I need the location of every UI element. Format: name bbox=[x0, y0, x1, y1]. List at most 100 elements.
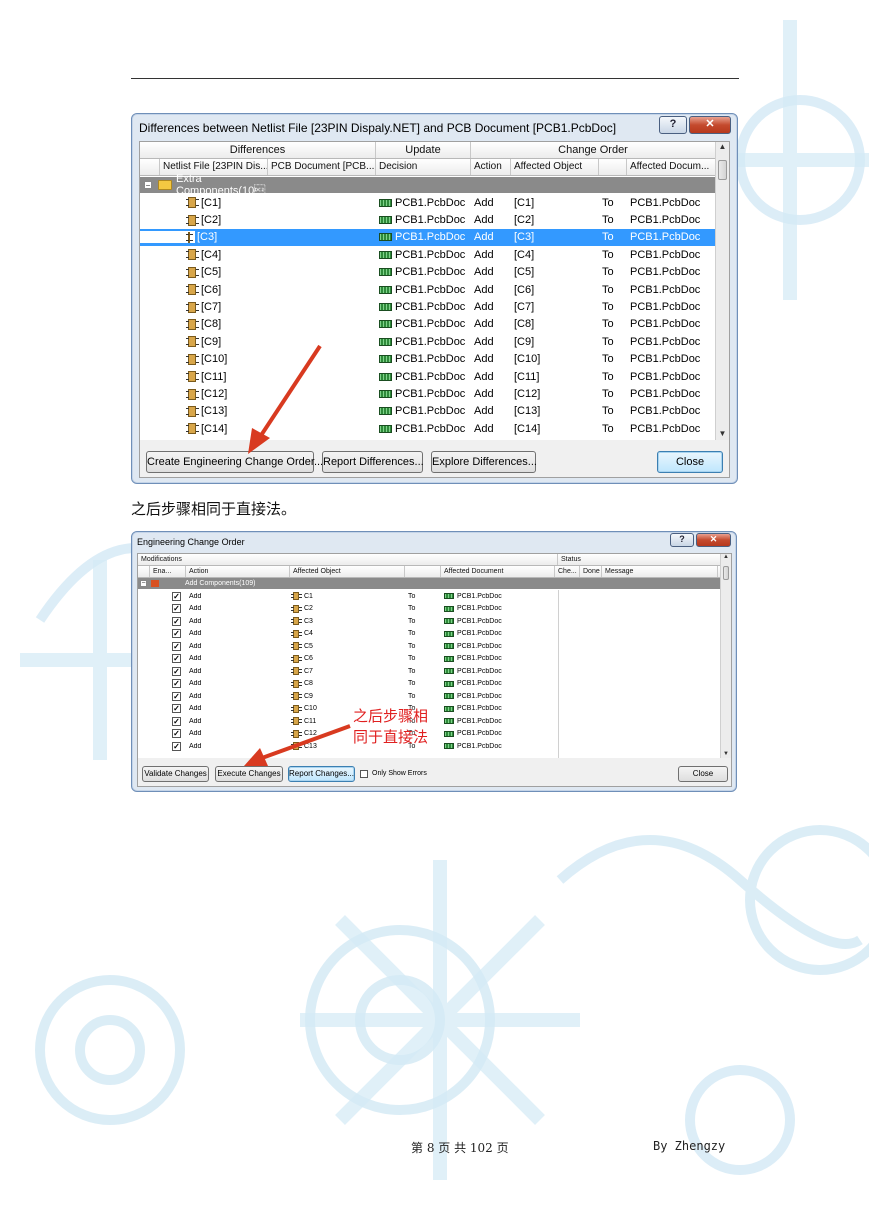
cell-enable[interactable]: ✓ bbox=[138, 729, 186, 739]
enable-checkbox[interactable]: ✓ bbox=[172, 629, 181, 639]
enable-checkbox[interactable]: ✓ bbox=[172, 591, 181, 601]
scroll-thumb[interactable] bbox=[723, 566, 729, 580]
only-show-errors-checkbox[interactable] bbox=[360, 770, 368, 778]
scroll-up-icon[interactable]: ▲ bbox=[716, 142, 729, 151]
table-row[interactable]: [C10] PCB1.PcbDoc Add [C10] To PCB1.PcbDoc bbox=[140, 351, 716, 368]
header-affected-object[interactable]: Affected Object bbox=[511, 159, 599, 175]
cell-decision[interactable]: PCB1.PcbDoc bbox=[376, 353, 471, 365]
cell-decision[interactable]: PCB1.PcbDoc bbox=[376, 266, 471, 278]
table-row[interactable]: [C1] PCB1.PcbDoc Add [C1] To PCB1.PcbDoc bbox=[140, 194, 716, 211]
close-button[interactable]: Close bbox=[657, 451, 723, 473]
enable-checkbox[interactable]: ✓ bbox=[172, 604, 181, 614]
header-to[interactable] bbox=[405, 566, 441, 577]
enable-checkbox[interactable]: ✓ bbox=[172, 654, 181, 664]
enable-checkbox[interactable]: ✓ bbox=[172, 679, 181, 689]
cell-decision[interactable]: PCB1.PcbDoc bbox=[376, 336, 471, 348]
group-extra-components[interactable]: − Extra Components(10 bbox=[140, 173, 716, 197]
differences-scrollbar[interactable]: ▲ ▼ bbox=[715, 142, 729, 440]
cell-enable[interactable]: ✓ bbox=[138, 629, 186, 639]
cell-decision[interactable]: PCB1.PcbDoc bbox=[376, 318, 471, 330]
table-row[interactable]: [C13] PCB1.PcbDoc Add [C13] To PCB1.PcbDoc bbox=[140, 403, 716, 420]
eco-scrollbar[interactable]: ▲ ▼ bbox=[720, 554, 731, 758]
header-decision[interactable]: Decision bbox=[376, 159, 471, 175]
table-row[interactable]: [C12] PCB1.PcbDoc Add [C12] To PCB1.PcbDoc bbox=[140, 385, 716, 402]
validate-changes-button[interactable]: Validate Changes bbox=[142, 766, 209, 782]
table-row[interactable]: [C2] PCB1.PcbDoc Add [C2] To PCB1.PcbDoc bbox=[140, 211, 716, 228]
cell-enable[interactable]: ✓ bbox=[138, 591, 186, 601]
header-done[interactable]: Done bbox=[580, 566, 602, 577]
cell-enable[interactable]: ✓ bbox=[138, 654, 186, 664]
cell-decision[interactable]: PCB1.PcbDoc bbox=[376, 388, 471, 400]
enable-checkbox[interactable]: ✓ bbox=[172, 741, 181, 751]
table-row[interactable]: ✓ Add C5 To PCB1.PcbDoc bbox=[138, 640, 555, 653]
table-row[interactable]: [C6] PCB1.PcbDoc Add [C6] To PCB1.PcbDoc bbox=[140, 281, 716, 298]
help-button[interactable]: ? bbox=[659, 116, 687, 134]
cell-decision[interactable]: PCB1.PcbDoc bbox=[376, 405, 471, 417]
collapse-icon[interactable]: − bbox=[144, 181, 152, 190]
table-row[interactable]: ✓ Add C3 To PCB1.PcbDoc bbox=[138, 615, 555, 628]
cell-enable[interactable]: ✓ bbox=[138, 679, 186, 689]
table-row[interactable]: [C14] PCB1.PcbDoc Add [C14] To PCB1.PcbDoc bbox=[140, 420, 716, 437]
header-enable[interactable]: Ena... bbox=[150, 566, 186, 577]
table-row[interactable]: [C3] PCB1.PcbDoc Add [C3] To PCB1.PcbDoc bbox=[140, 228, 716, 247]
close-window-button[interactable]: ✕ bbox=[696, 533, 731, 547]
scroll-thumb[interactable] bbox=[718, 160, 727, 180]
header-pcb-document[interactable]: PCB Document [PCB... bbox=[268, 159, 376, 175]
group-add-components[interactable]: − Add Components(109) bbox=[138, 578, 721, 589]
table-row[interactable]: [C4] PCB1.PcbDoc Add [C4] To PCB1.PcbDoc bbox=[140, 246, 716, 263]
collapse-icon[interactable]: − bbox=[140, 580, 147, 587]
table-row[interactable]: [C9] PCB1.PcbDoc Add [C9] To PCB1.PcbDoc bbox=[140, 333, 716, 350]
cell-enable[interactable]: ✓ bbox=[138, 704, 186, 714]
header-message[interactable]: Message bbox=[602, 566, 718, 577]
table-row[interactable]: [C11] PCB1.PcbDoc Add [C11] To PCB1.PcbDoc bbox=[140, 368, 716, 385]
header-action[interactable]: Action bbox=[471, 159, 511, 175]
enable-checkbox[interactable]: ✓ bbox=[172, 716, 181, 726]
close-button[interactable]: Close bbox=[678, 766, 728, 782]
enable-checkbox[interactable]: ✓ bbox=[172, 704, 181, 714]
table-row[interactable]: ✓ Add C9 To PCB1.PcbDoc bbox=[138, 690, 555, 703]
table-row[interactable]: [C8] PCB1.PcbDoc Add [C8] To PCB1.PcbDoc bbox=[140, 316, 716, 333]
header-affected-document[interactable]: Affected Document bbox=[441, 566, 555, 577]
table-row[interactable]: ✓ Add C6 To PCB1.PcbDoc bbox=[138, 653, 555, 666]
table-row[interactable]: [C7] PCB1.PcbDoc Add [C7] To PCB1.PcbDoc bbox=[140, 298, 716, 315]
table-row[interactable]: ✓ Add C1 To PCB1.PcbDoc bbox=[138, 590, 555, 603]
cell-enable[interactable]: ✓ bbox=[138, 716, 186, 726]
cell-enable[interactable]: ✓ bbox=[138, 666, 186, 676]
scroll-up-icon[interactable]: ▲ bbox=[721, 554, 731, 560]
header-affected-document[interactable]: Affected Docum... bbox=[627, 159, 716, 175]
cell-enable[interactable]: ✓ bbox=[138, 691, 186, 701]
table-row[interactable]: ✓ Add C4 To PCB1.PcbDoc bbox=[138, 628, 555, 641]
cell-enable[interactable]: ✓ bbox=[138, 604, 186, 614]
cell-decision[interactable]: PCB1.PcbDoc bbox=[376, 197, 471, 209]
header-action[interactable]: Action bbox=[186, 566, 290, 577]
header-to[interactable] bbox=[599, 159, 627, 175]
table-row[interactable]: [C5] PCB1.PcbDoc Add [C5] To PCB1.PcbDoc bbox=[140, 264, 716, 281]
table-row[interactable]: ✓ Add C7 To PCB1.PcbDoc bbox=[138, 665, 555, 678]
header-check[interactable]: Che... bbox=[555, 566, 580, 577]
header-affected-object[interactable]: Affected Object bbox=[290, 566, 405, 577]
scroll-down-icon[interactable]: ▼ bbox=[716, 429, 729, 438]
explore-differences-button[interactable]: Explore Differences... bbox=[431, 451, 537, 473]
enable-checkbox[interactable]: ✓ bbox=[172, 641, 181, 651]
cell-decision[interactable]: PCB1.PcbDoc bbox=[376, 284, 471, 296]
enable-checkbox[interactable]: ✓ bbox=[172, 666, 181, 676]
table-row[interactable]: ✓ Add C8 To PCB1.PcbDoc bbox=[138, 678, 555, 691]
cell-enable[interactable]: ✓ bbox=[138, 616, 186, 626]
table-row[interactable]: ✓ Add C2 To PCB1.PcbDoc bbox=[138, 603, 555, 616]
cell-enable[interactable]: ✓ bbox=[138, 641, 186, 651]
enable-checkbox[interactable]: ✓ bbox=[172, 691, 181, 701]
report-differences-button[interactable]: Report Differences... bbox=[322, 451, 424, 473]
table-row[interactable]: ✓ Add C10 To PCB1.PcbDoc bbox=[138, 703, 555, 716]
cell-enable[interactable]: ✓ bbox=[138, 741, 186, 751]
enable-checkbox[interactable]: ✓ bbox=[172, 729, 181, 739]
close-window-button[interactable]: ✕ bbox=[689, 116, 731, 134]
cell-decision[interactable]: PCB1.PcbDoc bbox=[376, 301, 471, 313]
cell-decision[interactable]: PCB1.PcbDoc bbox=[376, 371, 471, 383]
scroll-down-icon[interactable]: ▼ bbox=[721, 751, 731, 757]
cell-decision[interactable]: PCB1.PcbDoc bbox=[376, 249, 471, 261]
cell-decision[interactable]: PCB1.PcbDoc bbox=[376, 231, 471, 243]
cell-decision[interactable]: PCB1.PcbDoc bbox=[376, 423, 471, 435]
help-button[interactable]: ? bbox=[670, 533, 694, 547]
cell-decision[interactable]: PCB1.PcbDoc bbox=[376, 214, 471, 226]
enable-checkbox[interactable]: ✓ bbox=[172, 616, 181, 626]
